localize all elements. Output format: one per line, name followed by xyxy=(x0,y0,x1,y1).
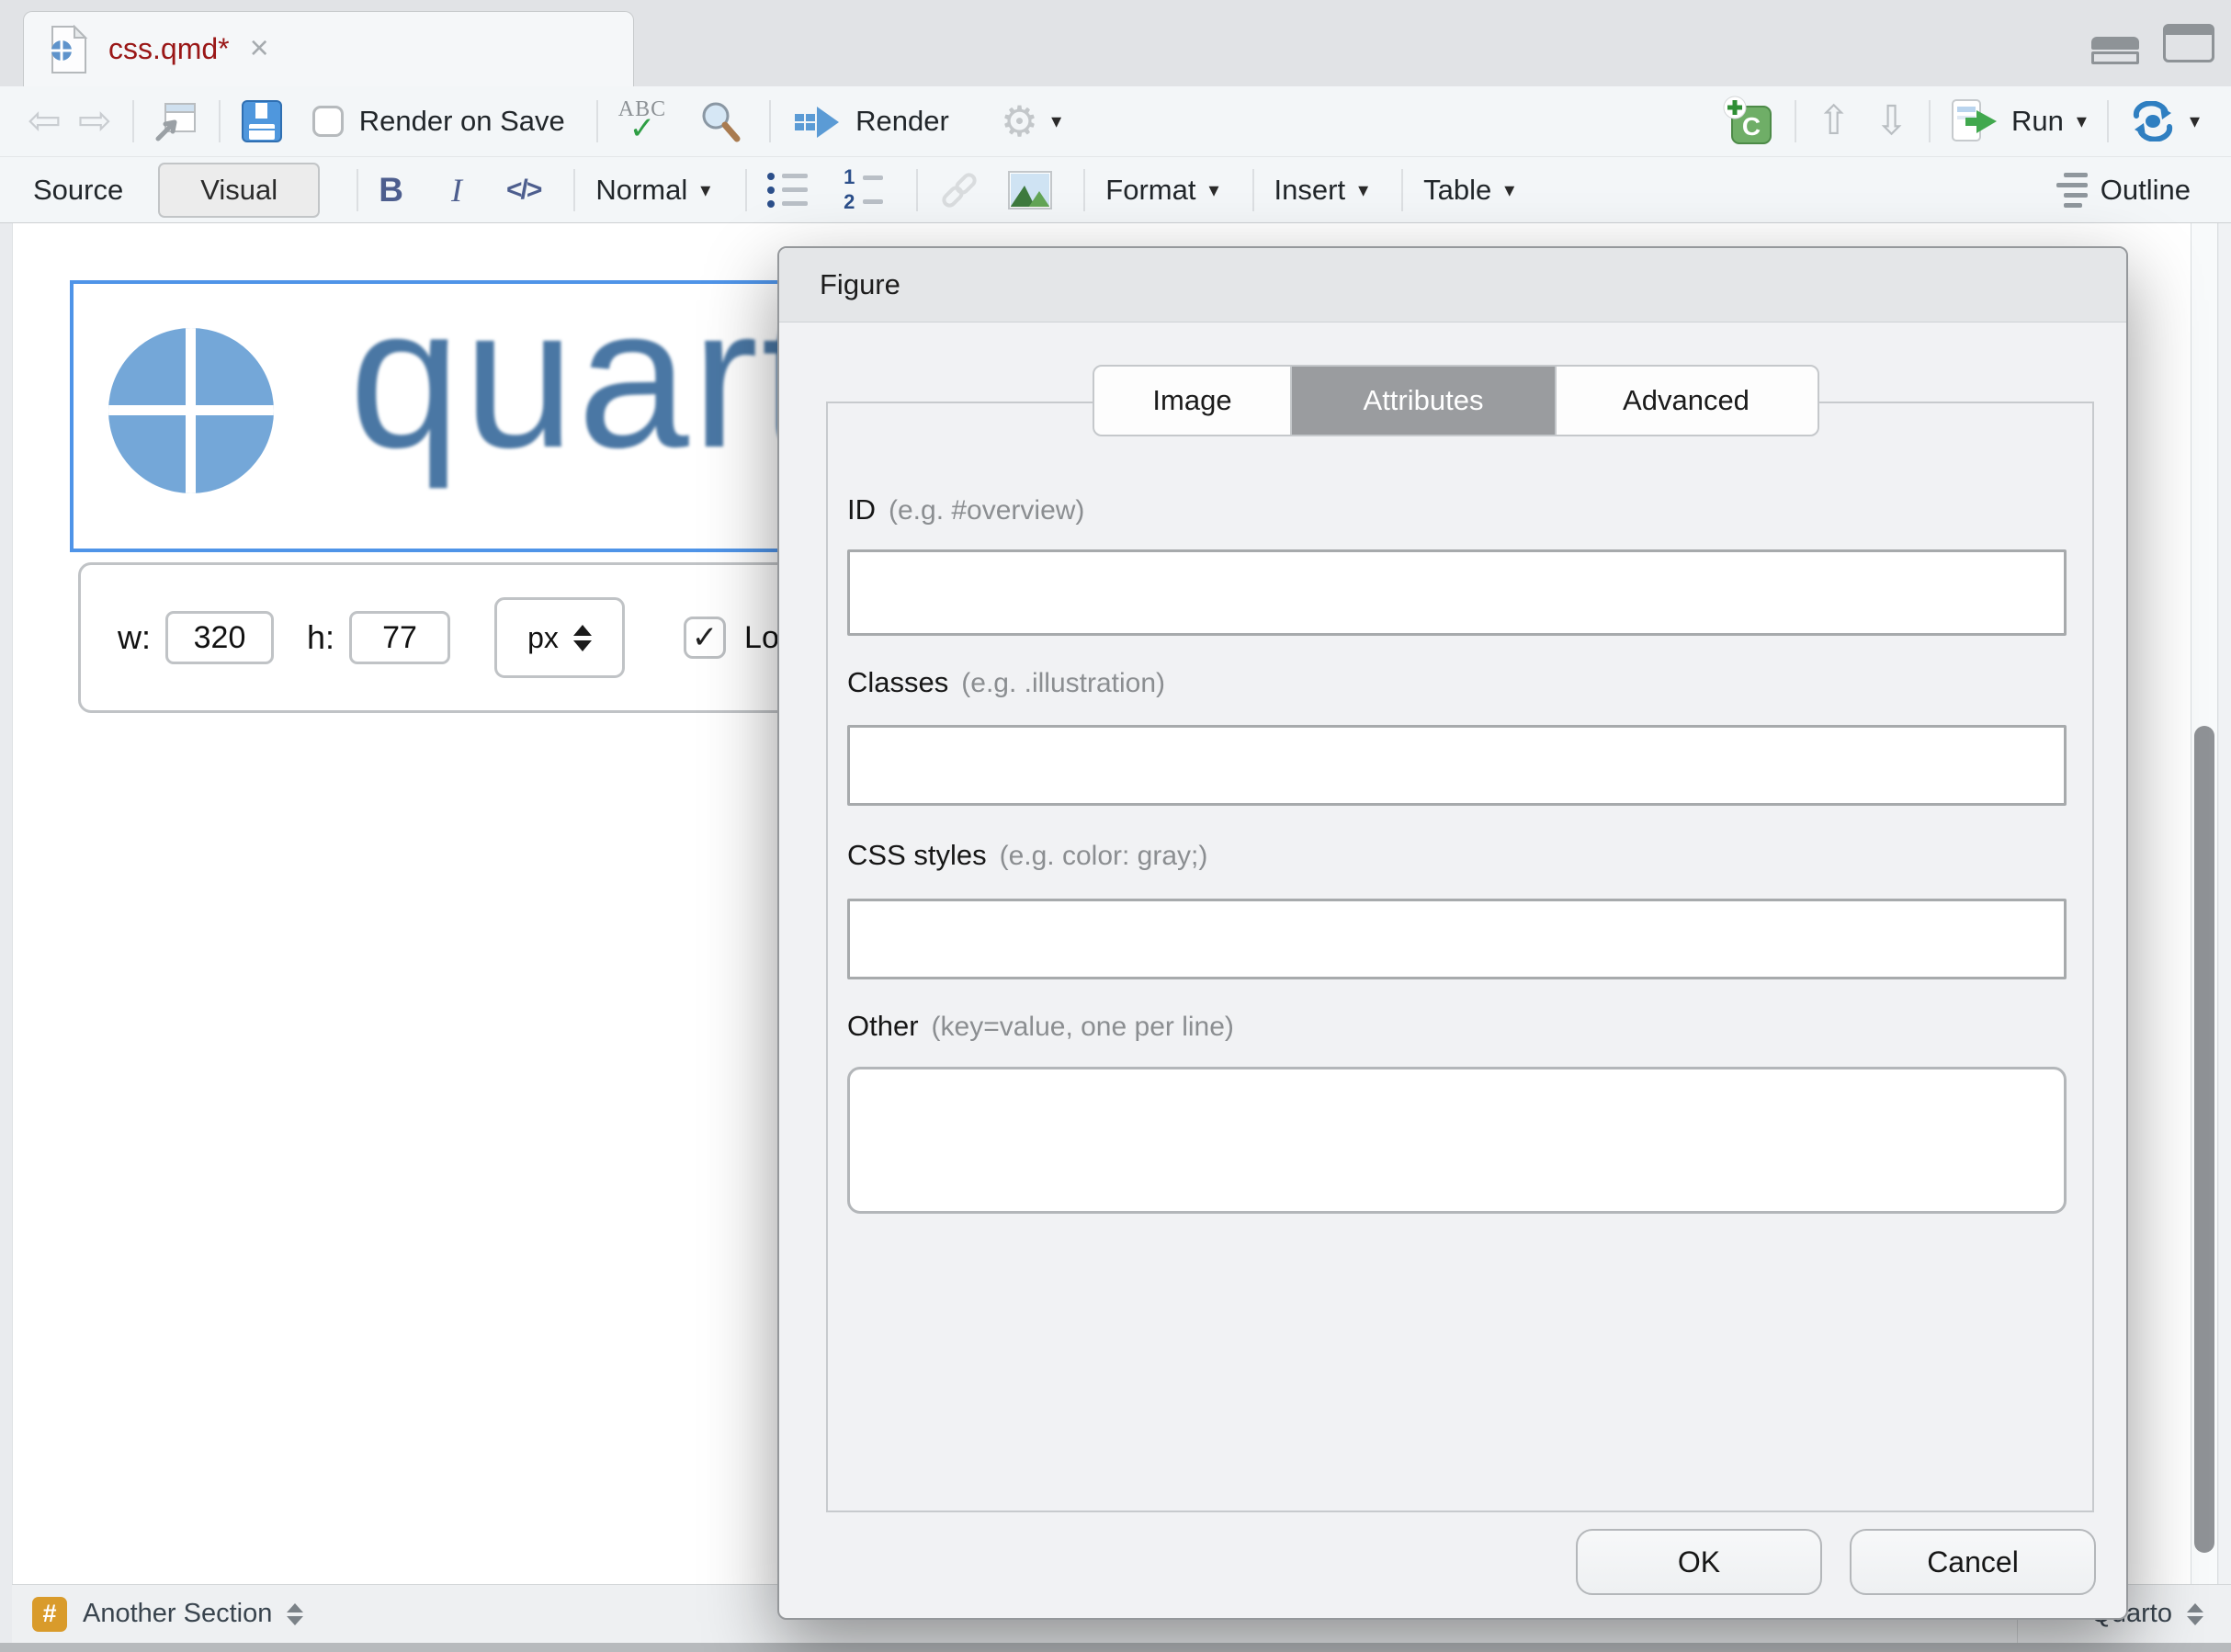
render-on-save-checkbox[interactable] xyxy=(312,106,344,137)
other-field-label: Other(key=value, one per line) xyxy=(847,1010,1234,1043)
id-field-label: ID(e.g. #overview) xyxy=(847,493,1084,526)
css-styles-input[interactable] xyxy=(847,899,2067,979)
pane-window-controls xyxy=(2091,0,2214,86)
minimize-icon[interactable] xyxy=(2091,37,2139,50)
link-icon[interactable] xyxy=(938,172,980,209)
render-icon[interactable] xyxy=(791,101,843,141)
id-input[interactable] xyxy=(847,549,2067,636)
insert-caret-icon[interactable]: ▾ xyxy=(1358,178,1368,202)
width-input[interactable] xyxy=(165,611,274,664)
main-toolbar: ⇦ ⇨ Render on Save ABC ✓ xyxy=(0,86,2231,156)
separator xyxy=(1083,169,1085,211)
open-in-new-window-icon[interactable] xyxy=(154,100,198,142)
separator xyxy=(573,169,575,211)
width-label: w: xyxy=(118,618,151,657)
render-on-save-label: Render on Save xyxy=(359,105,565,138)
section-hash-icon: # xyxy=(32,1597,67,1632)
ok-button[interactable]: OK xyxy=(1576,1529,1822,1595)
window-bottom-edge xyxy=(0,1643,2231,1652)
run-button[interactable]: Run xyxy=(2011,105,2064,138)
render-options-caret-icon[interactable]: ▾ xyxy=(1051,109,1061,133)
format-toolbar: Source Visual B I </> Normal ▾ 1 2 xyxy=(0,156,2231,223)
source-sync-icon[interactable] xyxy=(2129,101,2177,141)
outline-toggle[interactable]: Outline xyxy=(2101,174,2191,207)
quarto-file-icon xyxy=(48,25,88,74)
height-input[interactable] xyxy=(349,611,450,664)
code-icon[interactable]: </> xyxy=(506,175,540,206)
separator xyxy=(1929,100,1931,142)
cancel-button[interactable]: Cancel xyxy=(1850,1529,2096,1595)
dialog-tab-group: Image Attributes Advanced xyxy=(1093,365,1819,436)
back-icon[interactable]: ⇦ xyxy=(28,101,62,141)
dialog-title: Figure xyxy=(779,248,2126,322)
separator xyxy=(596,100,598,142)
gear-icon[interactable]: ⚙ xyxy=(1001,100,1038,142)
table-caret-icon[interactable]: ▾ xyxy=(1504,178,1514,202)
css-styles-field-label: CSS styles(e.g. color: gray;) xyxy=(847,839,1207,872)
separator xyxy=(219,100,221,142)
tab-image[interactable]: Image xyxy=(1094,367,1290,435)
separator xyxy=(745,169,747,211)
spellcheck-icon[interactable]: ABC ✓ xyxy=(618,101,666,141)
paragraph-style-dropdown[interactable]: Normal xyxy=(595,174,687,207)
lock-ratio-checkbox[interactable]: ✓ xyxy=(684,617,726,659)
jump-previous-chunk-icon[interactable]: ⇧ xyxy=(1817,101,1851,141)
numbered-list-icon[interactable]: 1 2 xyxy=(843,168,883,211)
save-icon[interactable] xyxy=(241,99,283,143)
render-button[interactable]: Render xyxy=(855,105,949,138)
separator xyxy=(1252,169,1254,211)
classes-input[interactable] xyxy=(847,725,2067,806)
separator xyxy=(769,100,771,142)
separator xyxy=(2107,100,2109,142)
vertical-scrollbar-thumb[interactable] xyxy=(2194,726,2214,1553)
format-caret-icon[interactable]: ▾ xyxy=(1208,178,1218,202)
search-icon[interactable] xyxy=(699,99,742,143)
right-margin-strip xyxy=(2219,223,2231,1643)
section-selector-arrows-icon[interactable] xyxy=(287,1603,303,1625)
run-options-caret-icon[interactable]: ▾ xyxy=(2077,109,2087,133)
rstudio-window: css.qmd* × ⇦ ⇨ Render on Save ABC ✓ xyxy=(0,0,2231,1652)
tab-advanced[interactable]: Advanced xyxy=(1555,367,1816,435)
height-label: h: xyxy=(307,618,334,657)
italic-icon[interactable]: I xyxy=(451,171,462,209)
visual-mode-button[interactable]: Visual xyxy=(158,163,320,218)
forward-icon[interactable]: ⇨ xyxy=(78,101,112,141)
classes-field-label: Classes(e.g. .illustration) xyxy=(847,666,1165,699)
separator xyxy=(1795,100,1796,142)
source-mode-button[interactable]: Source xyxy=(33,174,123,207)
quarto-logo-mark xyxy=(108,328,274,493)
format-menu[interactable]: Format xyxy=(1105,174,1195,207)
format-selector-arrows-icon xyxy=(2187,1603,2203,1625)
tab-css-qmd[interactable]: css.qmd* × xyxy=(23,11,634,86)
tab-attributes[interactable]: Attributes xyxy=(1290,367,1555,435)
insert-menu[interactable]: Insert xyxy=(1274,174,1346,207)
insert-chunk-icon[interactable]: C xyxy=(1723,96,1774,147)
maximize-icon[interactable] xyxy=(2163,24,2214,62)
tab-close-icon[interactable]: × xyxy=(250,31,269,64)
jump-next-chunk-icon[interactable]: ⇩ xyxy=(1874,101,1908,141)
svg-text:C: C xyxy=(1742,112,1761,141)
tab-filename: css.qmd* xyxy=(108,32,230,66)
bold-icon[interactable]: B xyxy=(379,171,403,209)
other-input[interactable] xyxy=(847,1067,2067,1214)
separator xyxy=(132,100,134,142)
editor-tab-bar: css.qmd* × xyxy=(0,0,2231,87)
figure-dialog: Figure Image Attributes Advanced ID(e.g.… xyxy=(777,246,2128,1620)
table-menu[interactable]: Table xyxy=(1423,174,1491,207)
bullet-list-icon[interactable] xyxy=(767,173,808,208)
outline-icon xyxy=(2056,173,2088,208)
style-caret-icon[interactable]: ▾ xyxy=(700,178,710,202)
run-icon[interactable] xyxy=(1951,98,1999,144)
section-breadcrumb[interactable]: Another Section xyxy=(83,1599,272,1629)
image-icon[interactable] xyxy=(1008,171,1052,209)
sync-options-caret-icon[interactable]: ▾ xyxy=(2190,109,2200,133)
separator xyxy=(1401,169,1403,211)
separator xyxy=(916,169,918,211)
separator xyxy=(357,169,358,211)
select-arrows-icon xyxy=(573,625,592,651)
check-icon: ✓ xyxy=(692,619,719,656)
unit-select[interactable]: px xyxy=(494,597,625,678)
